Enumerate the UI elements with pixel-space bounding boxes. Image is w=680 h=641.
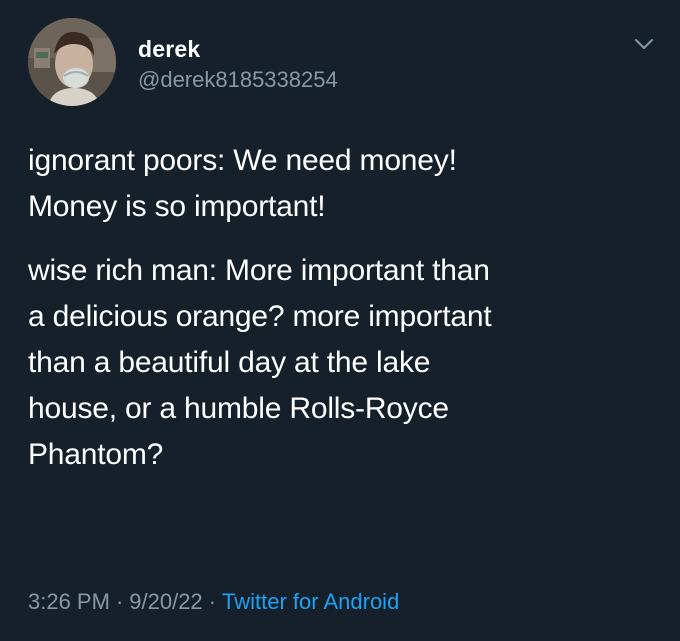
- tweet-paragraph: wise rich man: More important than a del…: [28, 254, 492, 471]
- tweet-meta: 3:26 PM · 9/20/22 · Twitter for Android: [28, 586, 399, 618]
- tweet-time[interactable]: 3:26 PM: [28, 589, 110, 614]
- tweet-date[interactable]: 9/20/22: [129, 589, 202, 614]
- meta-separator: ·: [208, 589, 216, 614]
- user-handle[interactable]: @derek8185338254: [138, 66, 338, 94]
- tweet-header: derek @derek8185338254: [28, 18, 658, 110]
- avatar[interactable]: [28, 18, 116, 106]
- tweet-paragraph: ignorant poors: We need money! Money is …: [28, 144, 457, 223]
- tweet-card: derek @derek8185338254 ignorant poors: W…: [0, 0, 680, 641]
- meta-separator: ·: [115, 589, 124, 614]
- tweet-text: ignorant poors: We need money! Money is …: [28, 138, 658, 478]
- user-names: derek @derek8185338254: [138, 36, 338, 94]
- display-name[interactable]: derek: [138, 36, 338, 62]
- chevron-down-icon[interactable]: [632, 32, 656, 56]
- avatar-image: [28, 18, 116, 106]
- tweet-source-link[interactable]: Twitter for Android: [222, 589, 399, 614]
